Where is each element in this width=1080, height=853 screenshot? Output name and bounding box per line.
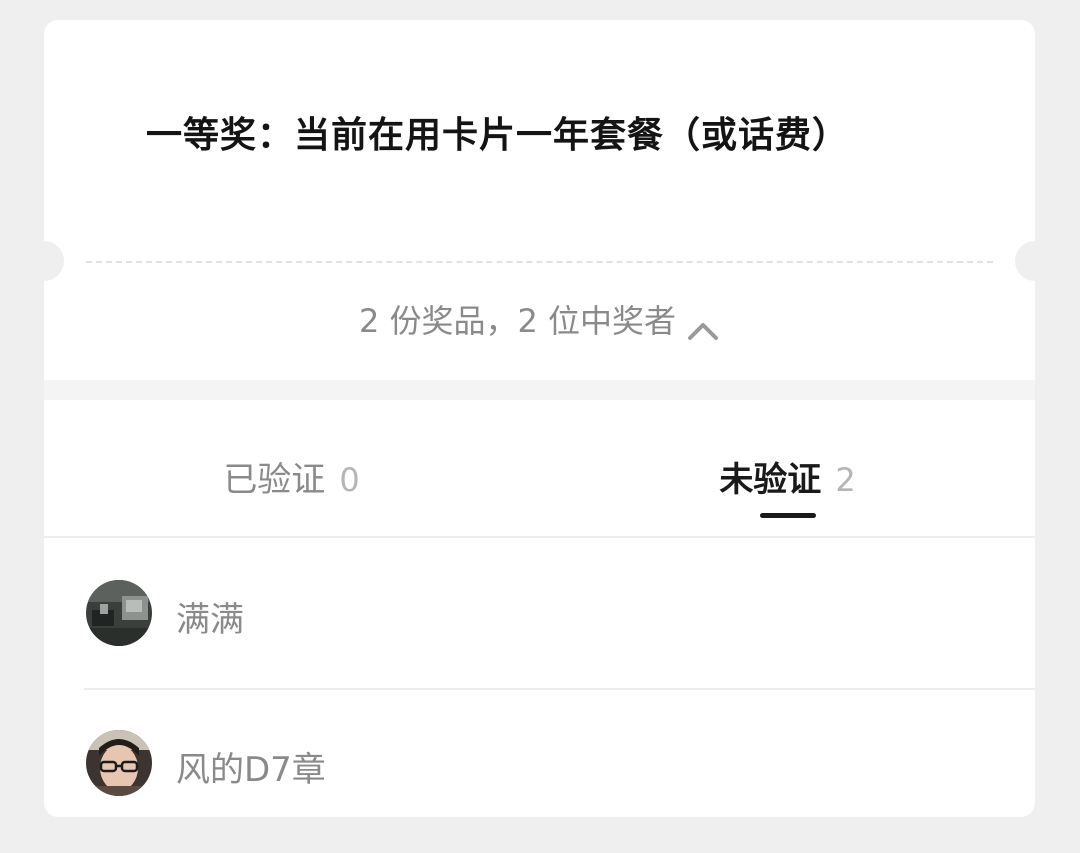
- active-tab-indicator: [760, 513, 816, 518]
- ticket-notch-right: [1015, 241, 1035, 281]
- winner-name: 满满: [176, 600, 244, 640]
- list-item[interactable]: 满满: [44, 540, 1035, 690]
- prize-title: 一等奖：当前在用卡片一年套餐（或话费）: [146, 115, 850, 156]
- ticket-notch-left: [44, 241, 64, 281]
- avatar: [86, 580, 152, 646]
- tab-unverified-count: 2: [835, 461, 856, 499]
- tab-verified[interactable]: 已验证 0: [44, 400, 539, 518]
- ticket-divider: [86, 261, 993, 263]
- tab-verified-label: 已验证: [223, 460, 326, 500]
- tab-unverified[interactable]: 未验证 2: [540, 400, 1035, 518]
- prize-summary-text: 2 份奖品，2 位中奖者: [358, 302, 677, 340]
- list-item[interactable]: 风的D7章: [44, 690, 1035, 817]
- prize-card: 一等奖：当前在用卡片一年套餐（或话费） 2 份奖品，2 位中奖者 已验证 0 未验…: [44, 20, 1035, 817]
- avatar: [86, 730, 152, 796]
- tabs-divider: [44, 536, 1035, 538]
- section-gap: [44, 380, 1035, 400]
- chevron-up-icon: [686, 312, 720, 340]
- tab-unverified-label: 未验证: [719, 460, 822, 500]
- tab-verified-count: 0: [339, 461, 360, 499]
- winner-name: 风的D7章: [176, 750, 326, 790]
- prize-summary-toggle[interactable]: 2 份奖品，2 位中奖者: [44, 296, 1035, 342]
- verification-tabs: 已验证 0 未验证 2: [44, 400, 1035, 518]
